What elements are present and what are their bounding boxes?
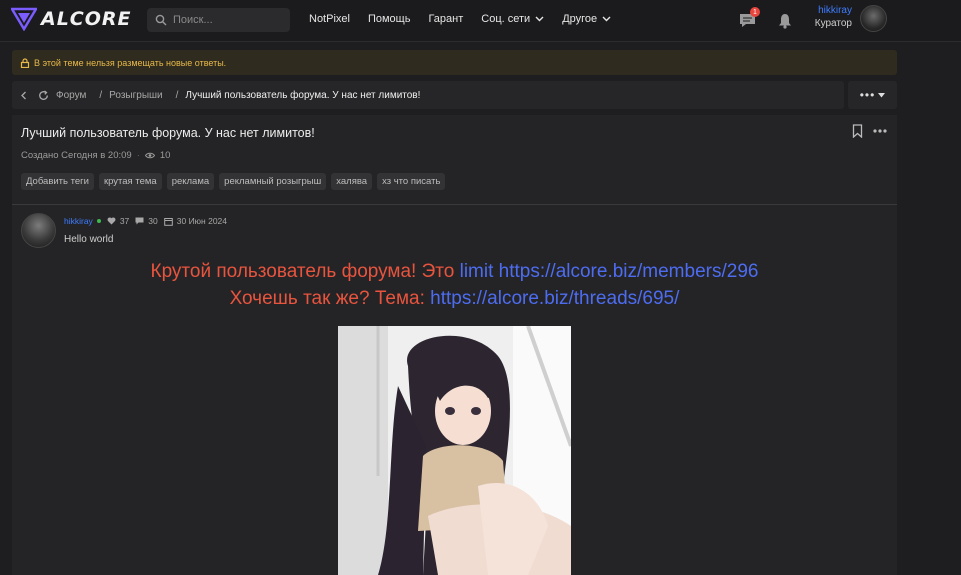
caret-down-icon [878,92,886,97]
header-actions: 1 [739,7,794,29]
nav-help[interactable]: Помощь [368,13,411,25]
notifications-button[interactable] [778,9,794,29]
username: hikkiray [818,5,852,16]
nav-notpixel[interactable]: NotPixel [309,13,350,25]
promo-line-2: Хочешь так же? Тема: https://alcore.biz/… [12,285,897,312]
created-date: Создано Сегодня в 20:09 [21,150,132,161]
tag-item[interactable]: крутая тема [98,173,162,190]
nav-label: Гарант [428,13,464,25]
message-icon [135,217,144,225]
site-logo[interactable]: ALCORE [11,7,132,31]
main-nav: NotPixel Помощь Гарант Соц. сети Другое [309,13,611,25]
user-role: Куратор [814,18,852,29]
user-menu[interactable]: hikkiray Куратор [808,5,852,29]
chevron-left-icon[interactable] [20,91,27,100]
breadcrumb-separator: / [99,89,103,101]
join-date: 30 Июн 2024 [176,216,228,226]
post-promo: Крутой пользователь форума! Это limit ht… [12,258,897,312]
breadcrumb-current: Лучший пользователь форума. У нас нет ли… [185,89,421,101]
add-tags-button[interactable]: Добавить теги [21,173,94,190]
tag-item[interactable]: реклама [166,173,215,190]
promo-text: Крутой пользователь форума! Это [150,261,460,282]
calendar-icon [163,217,173,226]
breadcrumb-forum[interactable]: Форум [56,90,86,101]
meta-separator: · [136,150,140,161]
search-icon [155,14,167,26]
nav-label: Соц. сети [481,13,531,25]
breadcrumb-giveaways[interactable]: Розыгрыши [109,90,162,101]
top-navigation-bar: ALCORE NotPixel Помощь Гарант Соц. сети … [0,0,961,42]
avatar[interactable] [21,213,56,248]
search-box[interactable] [147,8,290,32]
nav-social[interactable]: Соц. сети [481,13,544,25]
tag-item[interactable]: халява [331,173,373,190]
post-author[interactable]: hikkiray [64,216,93,226]
page-title: Лучший пользователь форума. У нас нет ли… [21,126,315,140]
eye-icon [144,152,155,159]
messages-count: 30 [148,216,158,226]
page-margin [909,43,961,575]
refresh-icon[interactable] [38,89,49,101]
thread-link[interactable]: https://alcore.biz/threads/695/ [430,288,679,309]
thread-locked-notice: В этой теме нельзя размещать новые ответ… [12,50,897,75]
post: hikkiray 37 30 30 Июн 2024 Hello world К… [12,205,897,575]
promo-line-1: Крутой пользователь форума! Это limit ht… [12,258,897,285]
notice-text: В этой теме нельзя размещать новые ответ… [34,57,227,68]
messages-badge: 1 [750,7,760,17]
breadcrumb-separator: / [175,89,179,101]
chevron-down-icon [535,16,544,22]
chevron-down-icon [602,16,611,22]
post-text: Hello world [64,234,114,245]
logo-text: ALCORE [41,8,132,30]
avatar[interactable] [860,5,887,32]
post-image[interactable] [338,326,571,575]
bookmark-icon[interactable] [852,124,863,138]
promo-text: Хочешь так же? Тема: [229,288,431,309]
members-link[interactable]: https://alcore.biz/members/296 [493,261,759,282]
nav-guarantor[interactable]: Гарант [428,13,463,25]
tag-item[interactable]: хз что писать [377,173,446,190]
view-count: 10 [159,150,171,161]
likes-count: 37 [119,216,130,226]
post-meta: hikkiray 37 30 30 Июн 2024 [64,216,227,226]
messages-button[interactable]: 1 [739,7,760,29]
anime-girl-illustration [338,326,571,575]
nav-label: NotPixel [309,13,350,25]
more-options-icon[interactable] [873,129,887,133]
nav-other[interactable]: Другое [562,13,611,25]
heart-icon [107,217,116,225]
alcore-logo-icon [11,7,37,31]
tag-list: Добавить теги крутая тема реклама реклам… [21,173,446,190]
thread-tools-button[interactable]: ••• [848,81,897,109]
lock-icon [20,57,30,68]
thread-actions [852,124,887,138]
nav-label: Помощь [367,13,411,25]
breadcrumb: Форум / Розыгрыши / Лучший пользователь … [12,81,844,109]
more-dots: ••• [859,88,876,102]
search-input[interactable] [173,14,283,26]
online-indicator [96,219,101,223]
limit-link[interactable]: limit [460,261,494,282]
thread-meta: Создано Сегодня в 20:09 · 10 [21,150,170,161]
thread-header: Лучший пользователь форума. У нас нет ли… [12,115,897,205]
bell-icon [779,14,791,29]
nav-label: Другое [562,13,598,25]
tag-item[interactable]: рекламный розыгрыш [219,173,327,190]
